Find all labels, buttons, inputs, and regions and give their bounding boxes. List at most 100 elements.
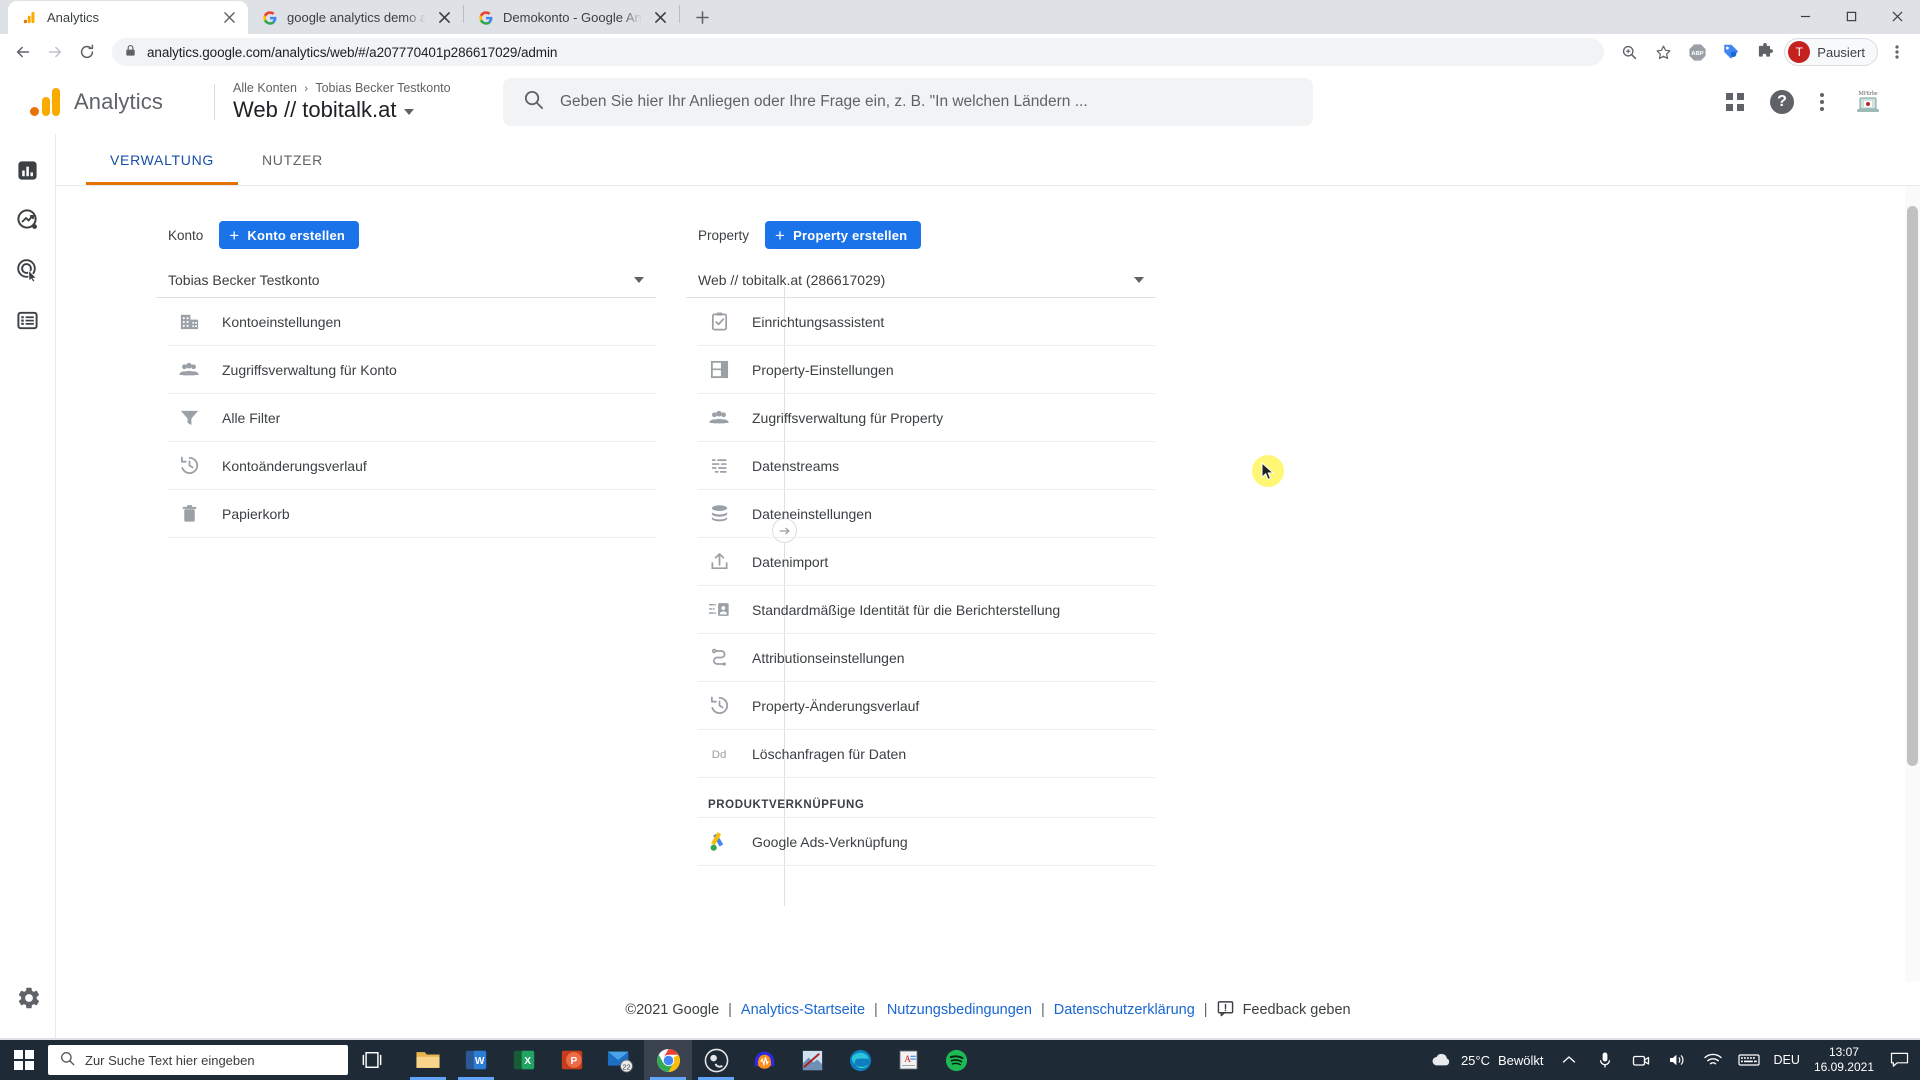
microphone-icon[interactable] [1594, 1049, 1616, 1071]
more-vert-icon[interactable] [1820, 93, 1824, 111]
new-tab-button[interactable] [688, 3, 716, 31]
menu-item-kontoaenderungsverlauf[interactable]: Kontoänderungsverlauf [168, 442, 656, 490]
tag-assistant-icon[interactable] [1716, 37, 1746, 67]
word-icon[interactable]: W [452, 1040, 500, 1080]
wifi-icon[interactable] [1702, 1049, 1724, 1071]
apps-grid-icon[interactable] [1726, 93, 1744, 111]
weather-widget[interactable]: 25°C Bewölkt [1431, 1051, 1544, 1070]
powerpoint-icon[interactable]: P [548, 1040, 596, 1080]
breadcrumb-account[interactable]: Tobias Becker Testkonto [315, 81, 450, 95]
footer-link-startseite[interactable]: Analytics-Startseite [741, 1002, 865, 1018]
scrollbar-thumb[interactable] [1907, 206, 1918, 766]
profile-button[interactable]: T Pausiert [1784, 38, 1878, 66]
create-property-button[interactable]: + Property erstellen [765, 221, 922, 249]
close-icon[interactable] [651, 9, 669, 27]
maximize-button[interactable] [1828, 0, 1874, 33]
close-window-button[interactable] [1874, 0, 1920, 33]
section-label-produktverknuepfung: PRODUKTVERKNÜPFUNG [698, 778, 1156, 818]
menu-item-attributionseinstellungen[interactable]: Attributionseinstellungen [698, 634, 1156, 682]
extensions-puzzle-icon[interactable] [1750, 37, 1780, 67]
tab-verwaltung[interactable]: VERWALTUNG [86, 134, 238, 185]
reload-icon[interactable] [72, 37, 102, 67]
task-view-icon[interactable] [348, 1050, 396, 1070]
menu-item-property-aenderungsverlauf[interactable]: Property-Änderungsverlauf [698, 682, 1156, 730]
cloud-icon [1431, 1051, 1453, 1070]
tab-divider [679, 5, 680, 23]
menu-item-kontoeinstellungen[interactable]: Kontoeinstellungen [168, 298, 656, 346]
edge-icon[interactable] [836, 1040, 884, 1080]
avatar[interactable]: MHirbe [1850, 85, 1886, 119]
chevron-up-icon[interactable] [1558, 1049, 1580, 1071]
menu-item-google-ads-verknuepfung[interactable]: Google Ads-Verknüpfung [698, 818, 1156, 866]
menu-item-property-einstellungen[interactable]: Property-Einstellungen [698, 346, 1156, 394]
adblock-icon[interactable]: ABP [1682, 37, 1712, 67]
account-selector[interactable]: Tobias Becker Testkonto [156, 262, 656, 298]
menu-item-zugriffsverwaltung-konto[interactable]: Zugriffsverwaltung für Konto [168, 346, 656, 394]
menu-item-datenimport[interactable]: Datenimport [698, 538, 1156, 586]
reports-icon[interactable] [16, 158, 40, 182]
menu-item-label: Kontoeinstellungen [222, 313, 342, 330]
browser-tab-analytics[interactable]: Analytics [8, 1, 248, 34]
clock[interactable]: 13:07 16.09.2021 [1814, 1045, 1874, 1075]
property-selector-dropdown[interactable]: Web // tobitalk.at (286617029) [686, 262, 1156, 298]
camera-icon[interactable] [1630, 1049, 1652, 1071]
file-explorer-icon[interactable] [404, 1040, 452, 1080]
menu-item-alle-filter[interactable]: Alle Filter [168, 394, 656, 442]
menu-item-zugriffsverwaltung-property[interactable]: Zugriffsverwaltung für Property [698, 394, 1156, 442]
property-selector[interactable]: Web // tobitalk.at [233, 97, 483, 123]
spotify-icon[interactable] [932, 1040, 980, 1080]
tab-title: google analytics demo account - [287, 10, 426, 25]
browser-tab-demo-account[interactable]: google analytics demo account - [248, 1, 463, 34]
photoshop-icon[interactable] [788, 1040, 836, 1080]
browser-tab-demokonto[interactable]: Demokonto - Google Analytics-H [464, 1, 679, 34]
system-tray: 25°C Bewölkt DEU 13:07 16.09.2021 [1431, 1045, 1920, 1075]
antidote-icon[interactable]: A [884, 1040, 932, 1080]
notification-icon[interactable] [1888, 1049, 1910, 1071]
feedback-button[interactable]: Feedback geben [1217, 1000, 1351, 1021]
footer-link-datenschutz[interactable]: Datenschutzerklärung [1054, 1002, 1195, 1018]
weather-temp: 25°C [1460, 1052, 1490, 1068]
keyboard-icon[interactable] [1737, 1049, 1760, 1071]
address-bar[interactable]: analytics.google.com/analytics/web/#/a20… [112, 38, 1605, 66]
windows-taskbar: Zur Suche Text hier eingeben W X P 22 A … [0, 1040, 1920, 1080]
audacity-icon[interactable] [740, 1040, 788, 1080]
minimize-button[interactable] [1782, 0, 1828, 33]
forward-icon[interactable] [40, 37, 70, 67]
chrome-icon[interactable] [644, 1040, 692, 1080]
taskbar-search-input[interactable]: Zur Suche Text hier eingeben [48, 1045, 348, 1075]
menu-item-dateneinstellungen[interactable]: Dateneinstellungen [698, 490, 1156, 538]
volume-icon[interactable] [1666, 1049, 1688, 1071]
close-icon[interactable] [220, 9, 238, 27]
menu-item-einrichtungsassistent[interactable]: Einrichtungsassistent [698, 298, 1156, 346]
content-scrollbar[interactable] [1905, 186, 1920, 982]
explore-icon[interactable] [16, 208, 40, 232]
obs-icon[interactable] [692, 1040, 740, 1080]
menu-item-papierkorb[interactable]: Papierkorb [168, 490, 656, 538]
bookmark-star-icon[interactable] [1648, 37, 1678, 67]
menu-item-loeschanfragen-fuer-daten[interactable]: Dd Löschanfragen für Daten [698, 730, 1156, 778]
help-icon[interactable]: ? [1770, 90, 1794, 114]
close-icon[interactable] [435, 9, 453, 27]
back-icon[interactable] [8, 37, 38, 67]
create-account-button[interactable]: + Konto erstellen [219, 221, 360, 249]
zoom-icon[interactable] [1614, 37, 1644, 67]
gear-icon[interactable] [16, 985, 42, 1016]
menu-item-standardmaessige-identitaet[interactable]: Standardmäßige Identität für die Bericht… [698, 586, 1156, 634]
excel-icon[interactable]: X [500, 1040, 548, 1080]
configure-icon[interactable] [16, 308, 40, 332]
chrome-menu-icon[interactable] [1882, 37, 1912, 67]
breadcrumb-root[interactable]: Alle Konten [233, 81, 297, 95]
language-indicator[interactable]: DEU [1774, 1053, 1800, 1067]
layout-icon [708, 359, 730, 381]
mail-icon[interactable]: 22 [596, 1040, 644, 1080]
search-input[interactable]: Geben Sie hier Ihr Anliegen oder Ihre Fr… [503, 78, 1313, 126]
attribution-icon [708, 647, 730, 669]
create-property-label: Property erstellen [793, 227, 908, 243]
analytics-logo[interactable]: Analytics [18, 88, 210, 116]
tab-nutzer[interactable]: NUTZER [238, 134, 347, 185]
account-breadcrumb-block[interactable]: Alle Konten › Tobias Becker Testkonto We… [233, 81, 483, 123]
footer-link-nutzungsbedingungen[interactable]: Nutzungsbedingungen [887, 1002, 1032, 1018]
menu-item-datenstreams[interactable]: Datenstreams [698, 442, 1156, 490]
windows-start-icon[interactable] [0, 1040, 48, 1080]
advertising-icon[interactable] [16, 258, 40, 282]
